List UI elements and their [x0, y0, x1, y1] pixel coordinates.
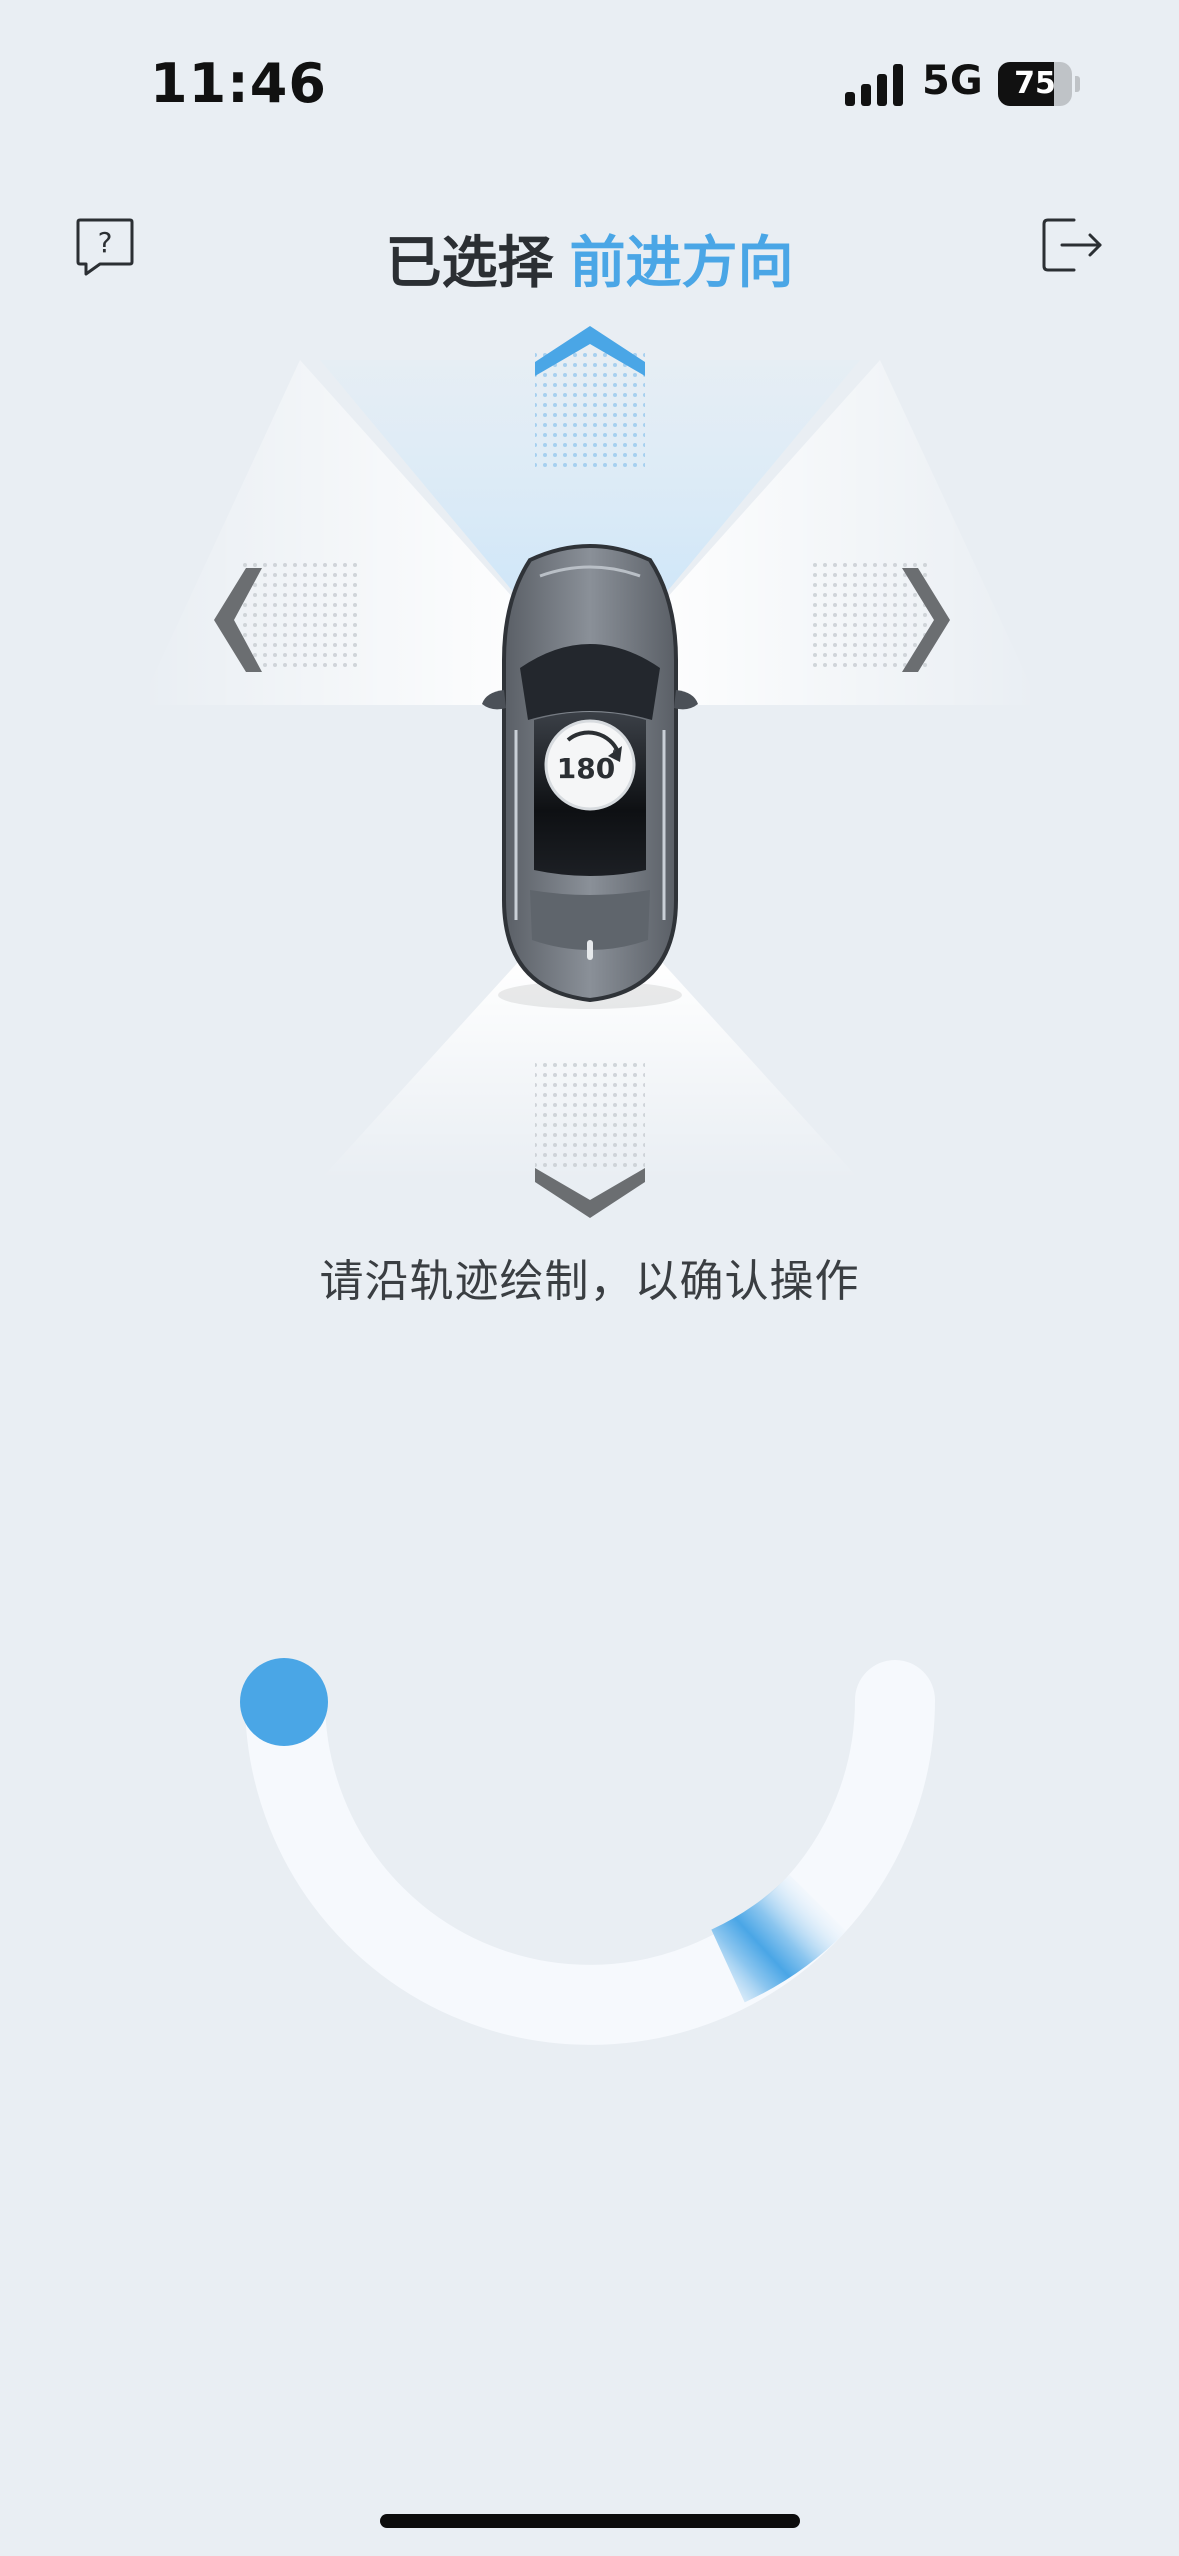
battery-level: 75 — [1014, 66, 1056, 101]
exit-button[interactable] — [1040, 214, 1106, 276]
rotation-degree-mark: ° — [612, 746, 621, 767]
direction-selector: 180 ° — [140, 326, 1040, 1218]
cellular-signal-icon — [845, 64, 903, 106]
forward-dot-trail — [535, 350, 645, 470]
reverse-dot-trail — [535, 1060, 645, 1170]
battery-icon: 75 — [998, 62, 1080, 106]
status-bar: 11:46 5G 75 — [0, 0, 1179, 170]
status-time: 11:46 — [150, 52, 327, 115]
page-title: 已选择 前进方向 — [0, 218, 1179, 299]
left-dot-trail — [240, 562, 360, 672]
page-title-prefix: 已选择 — [385, 231, 554, 296]
gesture-track[interactable] — [200, 1620, 980, 2060]
rotate-180-button[interactable]: 180 ° — [544, 719, 636, 811]
drag-handle-icon[interactable] — [240, 1658, 328, 1746]
selected-direction-label: 前进方向 — [569, 231, 794, 296]
home-indicator[interactable] — [380, 2514, 800, 2528]
exit-logout-icon — [1042, 218, 1102, 272]
rotation-angle-label: 180 — [557, 752, 615, 785]
instruction-text: 请沿轨迹绘制，以确认操作 — [319, 1256, 860, 1307]
gesture-target-highlight — [710, 1874, 847, 2003]
network-type-label: 5G — [922, 58, 983, 104]
